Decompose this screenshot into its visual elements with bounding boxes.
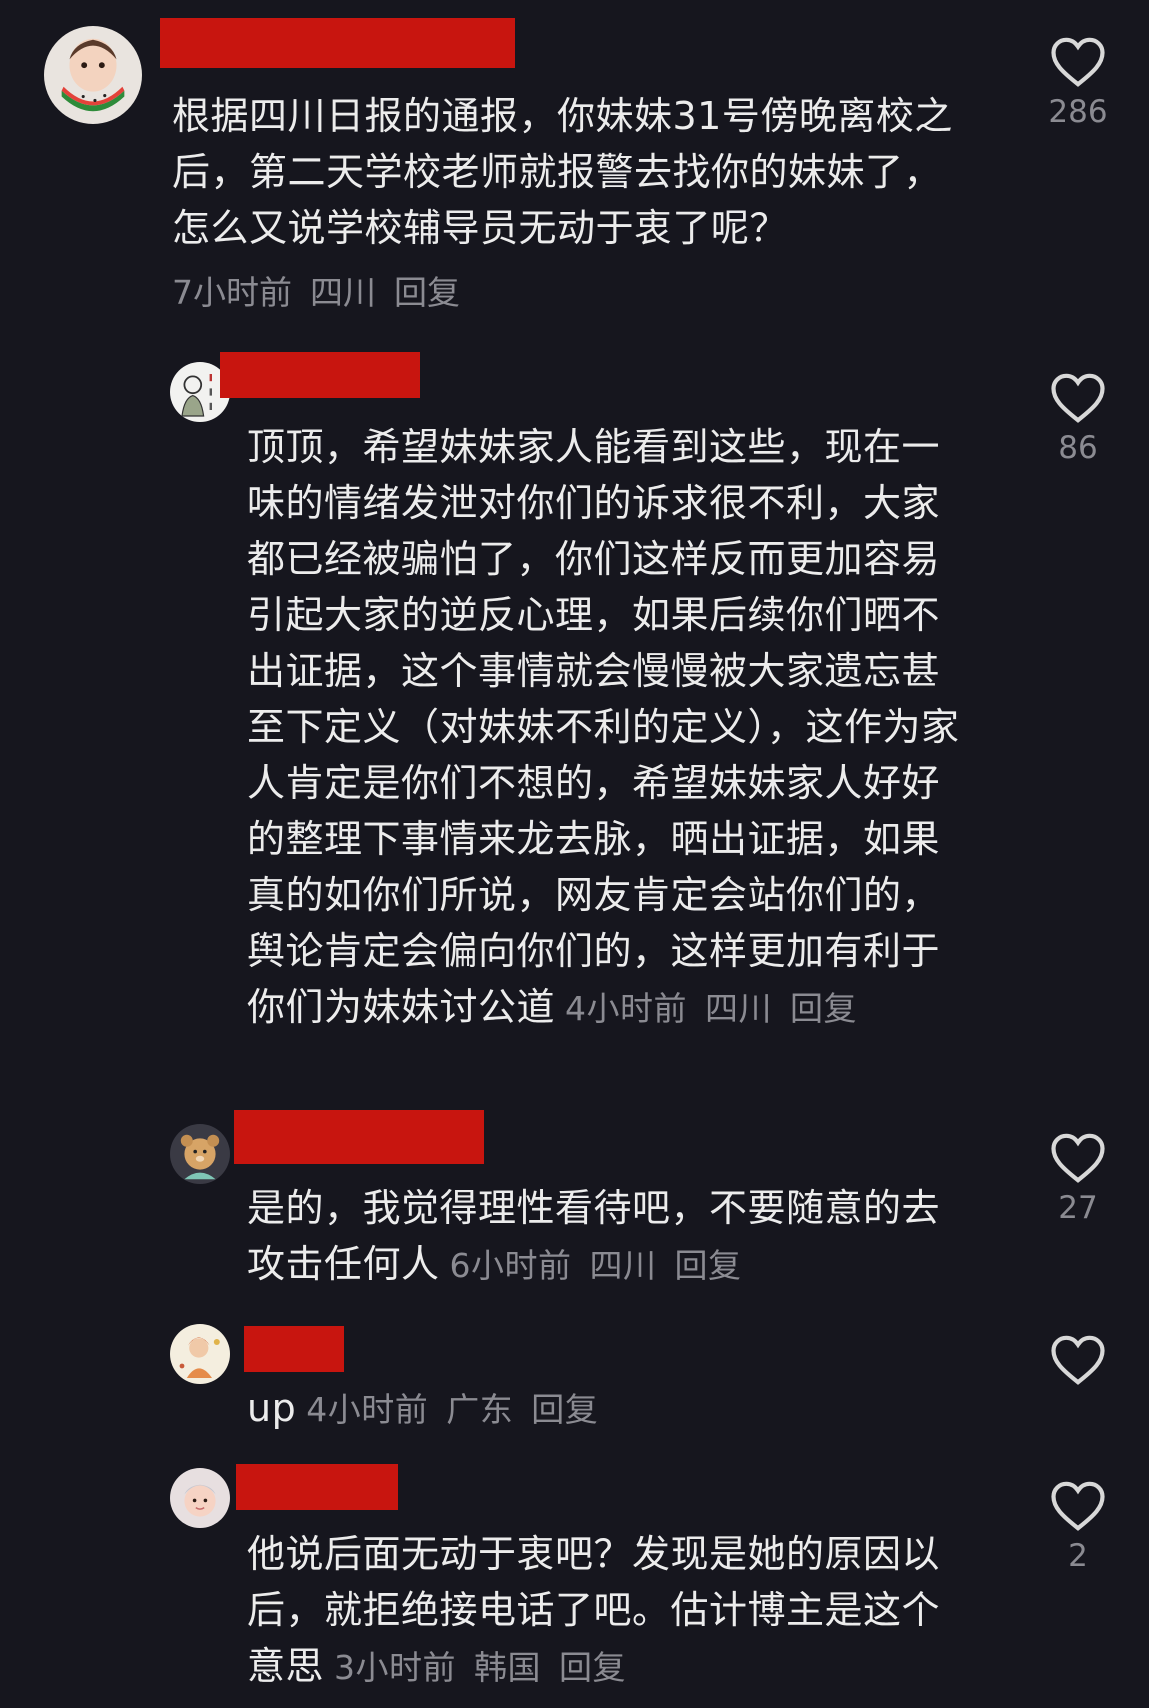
- like-count: 27: [1058, 1190, 1098, 1226]
- username-redacted[interactable]: [244, 1326, 344, 1372]
- reply-button[interactable]: 回复: [531, 1390, 598, 1429]
- reply-button[interactable]: 回复: [790, 989, 857, 1028]
- comment-location: 四川: [310, 273, 376, 312]
- reply-button[interactable]: 回复: [394, 273, 460, 312]
- avatar[interactable]: [170, 1468, 230, 1528]
- comment-meta: 3小时前 韩国 回复: [334, 1648, 644, 1687]
- comment-time: 6小时前: [449, 1246, 572, 1285]
- heart-outline-icon: [1051, 37, 1105, 87]
- username-redacted[interactable]: [234, 1110, 484, 1164]
- comment-location: 广东: [446, 1390, 514, 1429]
- comment-body: up: [247, 1386, 297, 1430]
- comment-text: 顶顶，希望妹妹家人能看到这些，现在一味的情绪发泄对你们的诉求很不利，大家都已经被…: [247, 419, 967, 1037]
- comment-time: 3小时前: [334, 1648, 457, 1687]
- comment-location: 四川: [705, 989, 773, 1028]
- comment-text: 根据四川日报的通报，你妹妹31号傍晚离校之后，第二天学校老师就报警去找你的妹妹了…: [172, 94, 953, 250]
- comment-body: 顶顶，希望妹妹家人能看到这些，现在一味的情绪发泄对你们的诉求很不利，大家都已经被…: [247, 425, 960, 1029]
- username-redacted[interactable]: [236, 1464, 398, 1510]
- like-button[interactable]: 27: [1038, 1132, 1118, 1228]
- comment-text: 他说后面无动于衷吧？发现是她的原因以后，就拒绝接电话了吧。估计博主是这个意思 3小…: [247, 1526, 967, 1696]
- comment-meta: 7小时前 四川 回复: [172, 271, 478, 315]
- avatar-bear-icon: [170, 1124, 230, 1184]
- like-button[interactable]: 2: [1038, 1480, 1118, 1576]
- heart-outline-icon: [1051, 373, 1105, 423]
- username-redacted[interactable]: [160, 18, 515, 68]
- like-button[interactable]: [1038, 1334, 1118, 1390]
- avatar[interactable]: [170, 1124, 230, 1184]
- comment-time: 4小时前: [306, 1390, 429, 1429]
- heart-outline-icon: [1051, 1335, 1105, 1385]
- comment-meta: 6小时前 四川 回复: [450, 1246, 760, 1285]
- avatar-baby-icon: [170, 1468, 230, 1528]
- like-count: 86: [1058, 430, 1098, 466]
- avatar-illustration-icon: [170, 1324, 230, 1384]
- comment-text: up 4小时前 广东 回复: [247, 1380, 967, 1438]
- reply-button[interactable]: 回复: [675, 1246, 742, 1285]
- comment-location: 韩国: [474, 1648, 542, 1687]
- comment-location: 四川: [589, 1246, 657, 1285]
- like-count: 2: [1068, 1538, 1088, 1574]
- avatar[interactable]: [44, 26, 142, 124]
- like-count: 286: [1048, 94, 1108, 130]
- heart-outline-icon: [1051, 1133, 1105, 1183]
- comment-time: 7小时前: [172, 273, 292, 312]
- comment-meta: 4小时前 广东 回复: [306, 1390, 616, 1429]
- comment-text: 是的，我觉得理性看待吧，不要随意的去攻击任何人 6小时前 四川 回复: [247, 1180, 967, 1294]
- like-button[interactable]: 86: [1038, 372, 1118, 468]
- heart-outline-icon: [1051, 1481, 1105, 1531]
- username-redacted[interactable]: [220, 352, 420, 398]
- avatar[interactable]: [170, 1324, 230, 1384]
- comment-meta: 4小时前 四川 回复: [565, 989, 875, 1028]
- reply-button[interactable]: 回复: [559, 1648, 626, 1687]
- comment-time: 4小时前: [565, 989, 688, 1028]
- avatar-child-watermelon-icon: [44, 26, 142, 124]
- like-button[interactable]: 286: [1038, 36, 1118, 132]
